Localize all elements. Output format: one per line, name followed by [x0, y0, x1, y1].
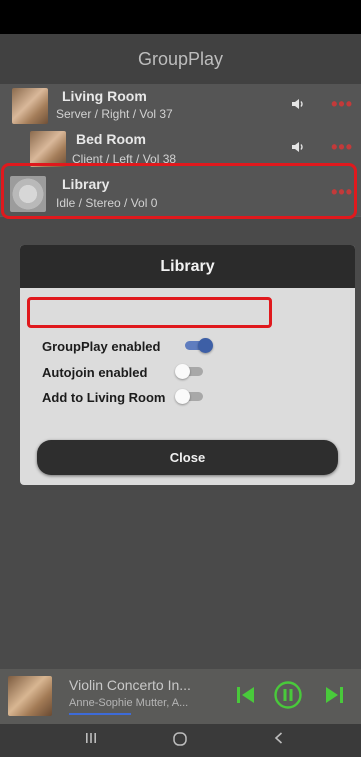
device-row-living-room[interactable]: Living Room Server / Right / Vol 37 •••	[0, 84, 361, 128]
album-art-thumbnail	[30, 131, 66, 167]
device-status: Server / Right / Vol 37	[56, 107, 173, 121]
mini-player[interactable]: Violin Concerto In... Anne-Sophie Mutter…	[0, 669, 361, 724]
next-track-icon[interactable]	[322, 683, 346, 707]
close-button-label: Close	[169, 450, 206, 465]
dialog-title: Library	[160, 257, 215, 275]
add-to-living-room-toggle[interactable]	[175, 389, 205, 404]
status-bar	[0, 0, 361, 34]
pause-icon[interactable]	[273, 680, 303, 710]
close-button[interactable]: Close	[37, 440, 338, 475]
back-icon[interactable]	[272, 731, 286, 748]
now-playing-artist: Anne-Sophie Mutter, A...	[69, 697, 189, 709]
home-icon[interactable]	[172, 731, 188, 750]
groupplay-enabled-label: GroupPlay enabled	[42, 339, 161, 354]
highlight-box-library-row	[1, 163, 357, 219]
add-to-living-room-label: Add to Living Room	[42, 390, 166, 405]
now-playing-title: Violin Concerto In...	[69, 677, 191, 693]
groupplay-enabled-toggle[interactable]	[183, 338, 213, 353]
device-name: Bed Room	[76, 131, 146, 147]
more-dots-icon[interactable]: •••	[331, 95, 353, 113]
device-settings-dialog: Library GroupPlay enabled Autojoin enabl…	[20, 245, 355, 485]
app-title: GroupPlay	[137, 48, 224, 69]
dialog-header: Library	[20, 245, 355, 288]
autojoin-enabled-toggle[interactable]	[175, 364, 205, 379]
system-navigation-bar	[0, 724, 361, 757]
more-dots-icon[interactable]: •••	[331, 138, 353, 156]
speaker-icon[interactable]	[291, 140, 305, 154]
device-name: Living Room	[62, 88, 147, 104]
now-playing-album-art	[8, 676, 52, 716]
playback-progress-bar	[69, 713, 131, 715]
autojoin-enabled-label: Autojoin enabled	[42, 365, 148, 380]
recent-apps-icon[interactable]	[84, 731, 98, 748]
speaker-icon[interactable]	[291, 97, 305, 111]
highlight-box-add-to-living-room	[27, 297, 272, 328]
app-title-bar: GroupPlay	[0, 34, 361, 84]
previous-track-icon[interactable]	[234, 683, 258, 707]
album-art-thumbnail	[12, 88, 48, 124]
